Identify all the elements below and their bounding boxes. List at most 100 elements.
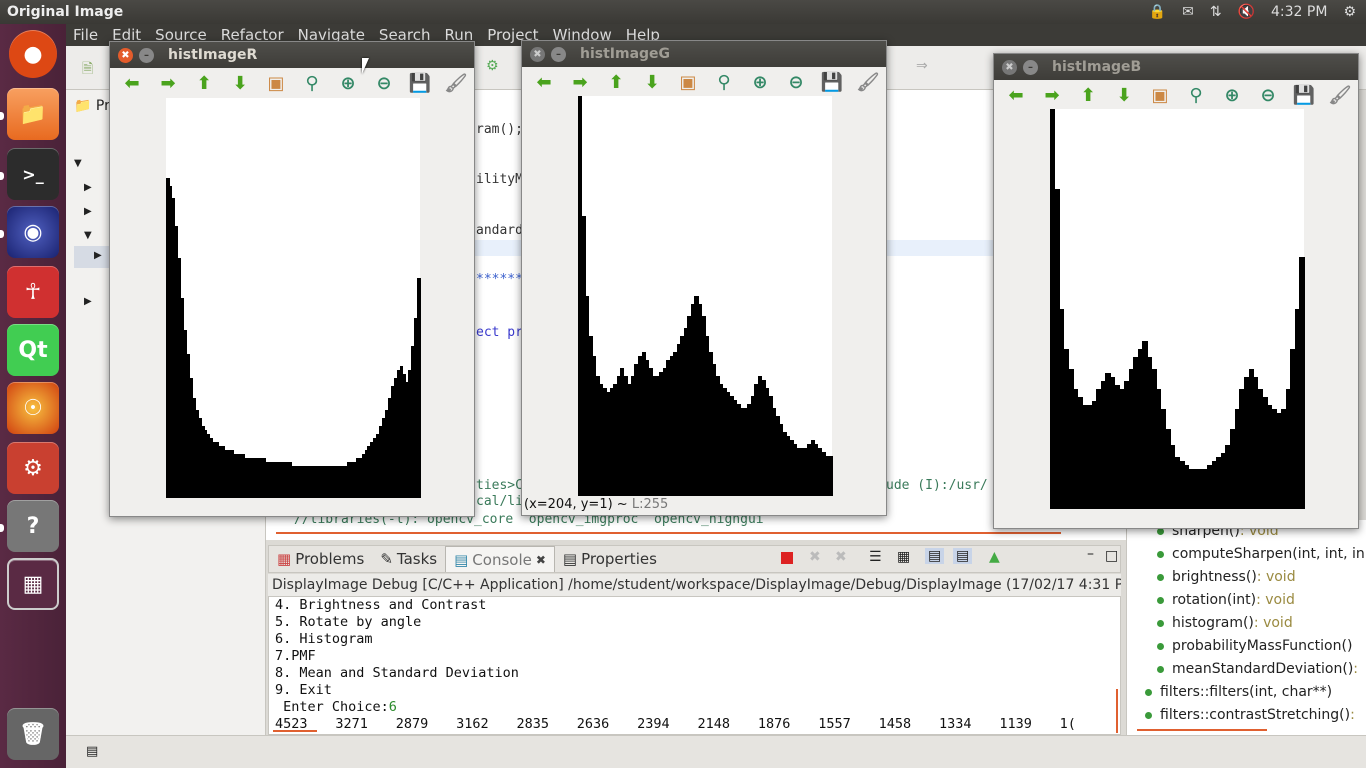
zoom-original-icon[interactable]: ▣ <box>676 70 700 94</box>
zoom-fit-icon[interactable]: ⚲ <box>300 71 324 95</box>
zoom-in-icon[interactable]: ⊕ <box>1220 83 1244 107</box>
zoom-original-icon[interactable]: ▣ <box>1148 83 1172 107</box>
forward-nav-icon[interactable]: ⇒ <box>916 58 928 74</box>
tab-properties[interactable]: ▤ Properties <box>555 546 665 572</box>
workspace-switcher-icon[interactable]: ▦ <box>7 558 59 610</box>
minimize-icon[interactable]: – <box>1087 546 1094 562</box>
firefox-icon[interactable]: ☉ <box>7 382 59 434</box>
window-titlebar[interactable]: ✖ – histImageB <box>994 54 1358 80</box>
properties-brush-icon[interactable]: 🖌 <box>1328 83 1352 107</box>
outline-item[interactable]: probabilityMassFunction() <box>1127 635 1366 658</box>
terminate-icon[interactable] <box>781 552 793 564</box>
tree-expander[interactable]: ▶ <box>84 206 92 217</box>
zoom-fit-icon[interactable]: ⚲ <box>1184 83 1208 107</box>
outline-item[interactable]: meanStandardDeviation() : <box>1127 658 1366 681</box>
zoom-in-icon[interactable]: ⊕ <box>336 71 360 95</box>
clock[interactable]: 4:32 PM <box>1271 4 1327 20</box>
close-icon[interactable]: ✖ <box>1002 59 1017 75</box>
pan-up-icon[interactable]: ⬆ <box>1076 83 1100 107</box>
trash-icon[interactable]: 🗑 <box>7 708 59 760</box>
save-icon[interactable]: 💾 <box>1292 83 1316 107</box>
zoom-fit-icon[interactable]: ⚲ <box>712 70 736 94</box>
tree-expander[interactable]: ▶ <box>84 182 92 193</box>
minimize-icon[interactable]: – <box>551 46 566 62</box>
tree-expander[interactable]: ▶ <box>94 250 102 261</box>
close-icon[interactable]: ✖ <box>536 553 546 567</box>
fast-view-icon[interactable]: ▤ <box>86 744 98 759</box>
outline-item[interactable]: histogram() : void <box>1127 612 1366 635</box>
tree-expander[interactable]: ▼ <box>74 158 82 169</box>
terminal-icon[interactable]: >_ <box>7 148 59 200</box>
window-titlebar[interactable]: ✖ – histImageG <box>522 41 886 67</box>
tab-console[interactable]: ▤ Console ✖ <box>445 546 555 572</box>
open-console-icon[interactable]: ▲ <box>989 549 1000 565</box>
outline-item[interactable]: computeSharpen(int, int, in <box>1127 543 1366 566</box>
pan-down-icon[interactable]: ⬇ <box>1112 83 1136 107</box>
gear-icon[interactable]: ⚙ <box>1343 4 1356 20</box>
volume-muted-icon[interactable]: 🔇 <box>1238 4 1255 20</box>
debug-icon[interactable]: ⚙ <box>486 58 499 74</box>
display-console-icon[interactable]: ▤ <box>953 548 973 564</box>
zoom-out-icon[interactable]: ⊖ <box>784 70 808 94</box>
zoom-out-icon[interactable]: ⊖ <box>372 71 396 95</box>
tree-expander[interactable]: ▶ <box>84 296 92 307</box>
zoom-out-icon[interactable]: ⊖ <box>1256 83 1280 107</box>
settings-icon[interactable]: ⚙ <box>7 442 59 494</box>
menu-file[interactable]: File <box>66 26 105 44</box>
mail-icon[interactable]: ✉ <box>1182 4 1194 20</box>
save-icon[interactable]: 💾 <box>820 70 844 94</box>
properties-brush-icon[interactable]: 🖌 <box>856 70 880 94</box>
hist-value: 1( <box>1059 716 1076 732</box>
eclipse-icon[interactable]: ◉ <box>7 206 59 258</box>
clear-console-icon[interactable]: ☰ <box>869 549 882 565</box>
remove-all-icon[interactable]: ✖ <box>835 549 847 565</box>
tab-tasks[interactable]: ✎ Tasks <box>372 546 445 572</box>
hist-window-g[interactable]: ✖ – histImageG ⬅ ➡ ⬆ ⬇ ▣ ⚲ ⊕ ⊖ 💾 🖌 (x=20… <box>521 40 887 516</box>
pan-right-icon[interactable]: ➡ <box>156 71 180 95</box>
minimize-icon[interactable]: – <box>139 47 154 63</box>
public-method-icon <box>1157 643 1164 650</box>
remove-launch-icon[interactable]: ✖ <box>809 549 821 565</box>
pan-left-icon[interactable]: ⬅ <box>120 71 144 95</box>
new-file-icon[interactable]: 🗎 <box>82 58 93 82</box>
pan-up-icon[interactable]: ⬆ <box>192 71 216 95</box>
properties-brush-icon[interactable]: 🖌 <box>444 71 468 95</box>
pan-right-icon[interactable]: ➡ <box>568 70 592 94</box>
pan-left-icon[interactable]: ⬅ <box>1004 83 1028 107</box>
histogram-plot-r <box>166 98 421 498</box>
help-icon[interactable]: ? <box>7 500 59 552</box>
pan-down-icon[interactable]: ⬇ <box>640 70 664 94</box>
zoom-original-icon[interactable]: ▣ <box>264 71 288 95</box>
files-icon[interactable]: 📁 <box>7 88 59 140</box>
outline-item[interactable]: rotation(int) : void <box>1127 589 1366 612</box>
save-icon[interactable]: 💾 <box>408 71 432 95</box>
tab-problems[interactable]: ▦ Problems <box>269 546 372 572</box>
pin-console-icon[interactable]: ▤ <box>925 548 945 564</box>
outline-item[interactable]: brightness() : void <box>1127 566 1366 589</box>
zoom-in-icon[interactable]: ⊕ <box>748 70 772 94</box>
hist-value: 1557 <box>818 716 851 732</box>
pan-down-icon[interactable]: ⬇ <box>228 71 252 95</box>
console-output[interactable]: 4. Brightness and Contrast 5. Rotate by … <box>268 596 1121 735</box>
pan-left-icon[interactable]: ⬅ <box>532 70 556 94</box>
close-icon[interactable]: ✖ <box>118 47 133 63</box>
outline-item[interactable]: filters::contrastStretching() : <box>1127 704 1366 727</box>
pan-right-icon[interactable]: ➡ <box>1040 83 1064 107</box>
project-explorer-tab[interactable]: 📁 Pr <box>74 98 110 114</box>
pan-up-icon[interactable]: ⬆ <box>604 70 628 94</box>
close-icon[interactable]: ✖ <box>530 46 545 62</box>
maximize-icon[interactable]: □ <box>1105 548 1118 564</box>
public-method-icon <box>1157 597 1164 604</box>
scroll-lock-icon[interactable]: ▦ <box>897 549 910 565</box>
outline-item[interactable]: filters::filters(int, char**) <box>1127 681 1366 704</box>
minimize-icon[interactable]: – <box>1023 59 1038 75</box>
window-titlebar[interactable]: ✖ – histImageR <box>110 42 474 68</box>
qt-creator-icon[interactable]: Qt <box>7 324 59 376</box>
ubuntu-dash-icon[interactable]: ● <box>9 30 57 78</box>
robot-app-icon[interactable]: ☥ <box>7 266 59 318</box>
lock-icon[interactable]: 🔒 <box>1149 4 1166 20</box>
network-icon[interactable]: ⇅ <box>1210 4 1222 20</box>
hist-window-r[interactable]: ✖ – histImageR ⬅ ➡ ⬆ ⬇ ▣ ⚲ ⊕ ⊖ 💾 🖌 <box>109 41 475 517</box>
tree-expander[interactable]: ▼ <box>84 230 92 241</box>
hist-window-b[interactable]: ✖ – histImageB ⬅ ➡ ⬆ ⬇ ▣ ⚲ ⊕ ⊖ 💾 🖌 <box>993 53 1359 529</box>
